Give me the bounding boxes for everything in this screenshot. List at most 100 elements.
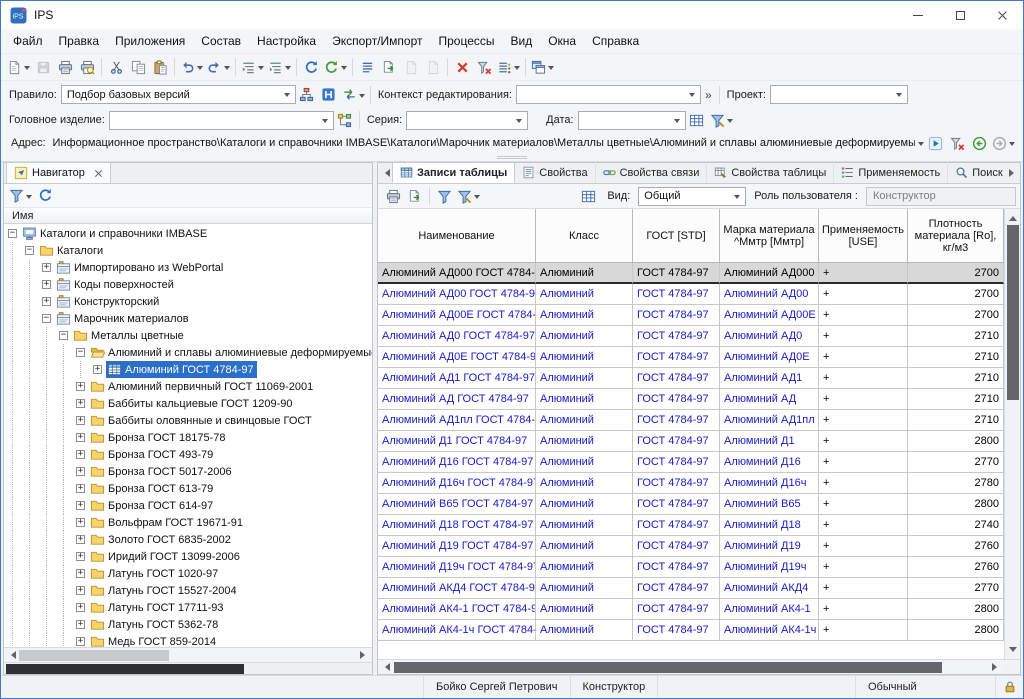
edit-context-combobox[interactable] bbox=[516, 85, 701, 104]
tab-свойства-таблицы[interactable]: Свойства таблицы bbox=[707, 162, 834, 183]
expand-icon[interactable]: + bbox=[38, 259, 55, 276]
scroll-right-icon[interactable] bbox=[989, 660, 1004, 674]
table-row[interactable]: Алюминий АД0 ГОСТ 4784-97АлюминийГОСТ 47… bbox=[378, 326, 1004, 347]
date-combobox[interactable] bbox=[578, 111, 686, 130]
expand-icon[interactable]: + bbox=[72, 412, 89, 429]
rule-combobox[interactable]: Подбор базовых версий bbox=[61, 85, 296, 104]
tree-item[interactable]: −Марочник материалов bbox=[4, 310, 372, 327]
delete-icon[interactable] bbox=[451, 56, 473, 78]
scroll-right-icon[interactable] bbox=[357, 648, 372, 662]
expand-icon[interactable]: + bbox=[89, 361, 106, 378]
table-row[interactable]: Алюминий В65 ГОСТ 4784-97АлюминийГОСТ 47… bbox=[378, 494, 1004, 515]
collapse-icon[interactable]: − bbox=[4, 225, 21, 242]
address-path[interactable]: Информационное пространство\Каталоги и с… bbox=[53, 137, 915, 149]
overflow-chevron-icon[interactable]: » bbox=[705, 88, 712, 102]
h-mode-icon[interactable] bbox=[318, 84, 340, 106]
dropdown-arrow-icon[interactable] bbox=[224, 66, 230, 73]
table-row[interactable]: Алюминий АД ГОСТ 4784-97АлюминийГОСТ 478… bbox=[378, 389, 1004, 410]
filter-edit-icon[interactable] bbox=[708, 109, 735, 131]
clear-address-filter-icon[interactable] bbox=[946, 132, 968, 154]
table-row[interactable]: Алюминий АКД4 ГОСТ 4784-97АлюминийГОСТ 4… bbox=[378, 578, 1004, 599]
table-row[interactable]: Алюминий АД1пл ГОСТ 4784-97АлюминийГОСТ … bbox=[378, 410, 1004, 431]
tree-item[interactable]: +Бронза ГОСТ 613-79 bbox=[4, 480, 372, 497]
tree-horizontal-scrollbar[interactable] bbox=[4, 647, 372, 662]
tab-поиск-применяемости[interactable]: Поиск применяемости bbox=[948, 162, 1006, 183]
tree-item[interactable]: +Коды поверхностей bbox=[4, 276, 372, 293]
combo-arrow-icon[interactable] bbox=[684, 86, 700, 103]
expand-icon[interactable]: + bbox=[72, 429, 89, 446]
dropdown-arrow-icon[interactable] bbox=[341, 66, 347, 73]
synchronize-icon[interactable] bbox=[322, 56, 349, 78]
project-combobox[interactable] bbox=[770, 85, 908, 104]
expand-icon[interactable]: + bbox=[72, 480, 89, 497]
menu-item[interactable]: Экспорт/Импорт bbox=[324, 31, 430, 51]
copy-icon[interactable] bbox=[127, 56, 149, 78]
scroll-left-icon[interactable] bbox=[4, 648, 19, 662]
structure-hierarchy-icon[interactable] bbox=[296, 84, 318, 106]
scrollbar-thumb[interactable] bbox=[394, 662, 942, 673]
dropdown-arrow-icon[interactable] bbox=[26, 195, 32, 202]
collapse-icon[interactable]: − bbox=[38, 310, 55, 327]
refresh-icon[interactable] bbox=[300, 56, 322, 78]
tab-записи-таблицы[interactable]: Записи таблицы bbox=[392, 162, 515, 183]
cut-icon[interactable] bbox=[105, 56, 127, 78]
dropdown-arrow-icon[interactable] bbox=[197, 66, 203, 73]
table-row[interactable]: Алюминий АД000 ГОСТ 4784-97АлюминийГОСТ … bbox=[378, 263, 1004, 284]
forward-button[interactable] bbox=[990, 132, 1017, 154]
tab-применяемость[interactable]: Применяемость bbox=[834, 162, 948, 183]
tree-item[interactable]: +Вольфрам ГОСТ 19671-91 bbox=[4, 514, 372, 531]
go-button[interactable] bbox=[924, 132, 946, 154]
expand-icon[interactable]: + bbox=[72, 446, 89, 463]
tree-item[interactable]: +Бронза ГОСТ 493-79 bbox=[4, 446, 372, 463]
configuration-icon[interactable] bbox=[334, 109, 356, 131]
menu-item[interactable]: Приложения bbox=[107, 31, 193, 51]
tree-column-header[interactable]: Имя bbox=[4, 207, 372, 224]
table-row[interactable]: Алюминий АД00Е ГОСТ 4784-97АлюминийГОСТ … bbox=[378, 305, 1004, 326]
menu-item[interactable]: Процессы bbox=[430, 31, 502, 51]
tab-свойства-связи[interactable]: Свойства связи bbox=[596, 162, 708, 183]
menu-item[interactable]: Справка bbox=[584, 31, 647, 51]
column-header[interactable]: ГОСТ [STD] bbox=[633, 209, 720, 263]
expand-icon[interactable]: + bbox=[72, 395, 89, 412]
export-table-icon[interactable] bbox=[404, 185, 426, 207]
collapse-icon[interactable]: − bbox=[55, 327, 72, 344]
menu-item[interactable]: Правка bbox=[51, 31, 108, 51]
combo-arrow-icon[interactable] bbox=[669, 112, 685, 129]
navigator-refresh-icon[interactable] bbox=[34, 185, 56, 207]
back-button[interactable] bbox=[968, 132, 990, 154]
tree-item[interactable]: −Каталоги bbox=[4, 242, 372, 259]
maximize-button[interactable] bbox=[939, 1, 981, 29]
scrollbar-thumb[interactable] bbox=[6, 664, 244, 674]
tab-свойства[interactable]: Свойства bbox=[515, 162, 595, 183]
table-filter-settings-icon[interactable] bbox=[455, 185, 482, 207]
scrollbar-thumb[interactable] bbox=[19, 650, 169, 661]
table-row[interactable]: Алюминий АК4-1 ГОСТ 4784-97АлюминийГОСТ … bbox=[378, 599, 1004, 620]
close-button[interactable] bbox=[981, 1, 1023, 29]
table-row[interactable]: Алюминий АД0Е ГОСТ 4784-97АлюминийГОСТ 4… bbox=[378, 347, 1004, 368]
view-grid-icon[interactable] bbox=[577, 185, 599, 207]
column-header[interactable]: Марка материала ^Ммтр [Ммтр] bbox=[720, 209, 819, 263]
column-header[interactable]: Наименование bbox=[378, 209, 536, 263]
records-list-icon[interactable] bbox=[356, 56, 378, 78]
expand-icon[interactable]: + bbox=[38, 293, 55, 310]
table-row[interactable]: Алюминий АД1 ГОСТ 4784-97АлюминийГОСТ 47… bbox=[378, 368, 1004, 389]
view-combobox[interactable]: Общий bbox=[638, 187, 746, 206]
tree-item[interactable]: +Латунь ГОСТ 5362-78 bbox=[4, 616, 372, 633]
series-combobox[interactable] bbox=[406, 111, 528, 130]
tree-item[interactable]: +Алюминий первичный ГОСТ 11069-2001 bbox=[4, 378, 372, 395]
tree-item[interactable]: +Бронза ГОСТ 614-97 bbox=[4, 497, 372, 514]
tree-levels-icon[interactable] bbox=[239, 56, 266, 78]
tree-item[interactable]: −Каталоги и справочники IMBASE bbox=[4, 225, 372, 242]
menu-item[interactable]: Файл bbox=[5, 31, 51, 51]
table-row[interactable]: Алюминий Д19ч ГОСТ 4784-97АлюминийГОСТ 4… bbox=[378, 557, 1004, 578]
tree-item[interactable]: −Алюминий и сплавы алюминиевые деформиру… bbox=[4, 344, 372, 361]
table-row[interactable]: Алюминий Д1 ГОСТ 4784-97АлюминийГОСТ 478… bbox=[378, 431, 1004, 452]
scroll-down-icon[interactable] bbox=[1005, 644, 1020, 659]
dropdown-arrow-icon[interactable] bbox=[359, 94, 365, 101]
combo-arrow-icon[interactable] bbox=[511, 112, 527, 129]
new-document-icon[interactable] bbox=[5, 56, 32, 78]
redo-icon[interactable] bbox=[205, 56, 232, 78]
expand-icon[interactable]: + bbox=[72, 565, 89, 582]
expand-icon[interactable]: + bbox=[72, 633, 89, 647]
navigator-filter-icon[interactable] bbox=[7, 185, 34, 207]
